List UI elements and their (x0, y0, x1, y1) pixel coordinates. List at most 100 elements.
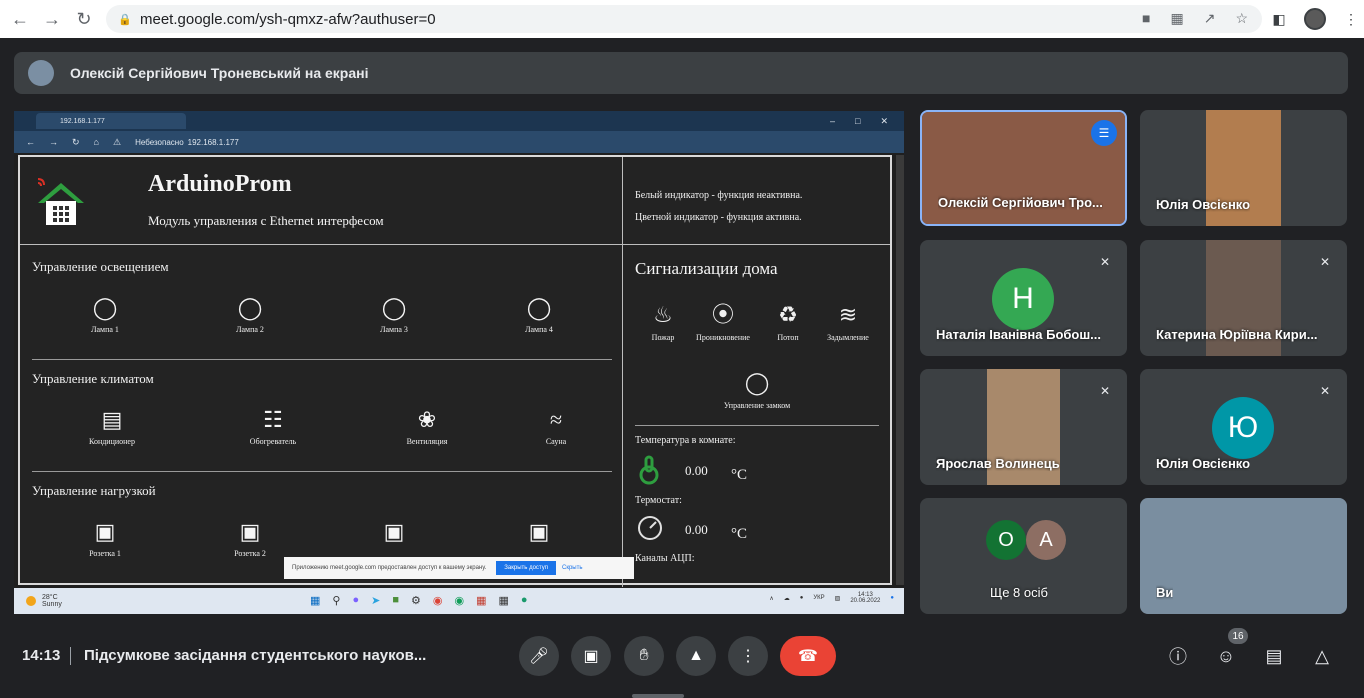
back-icon[interactable]: ← (26, 137, 35, 147)
start-icon[interactable]: ▦ (310, 594, 320, 607)
mic-icon[interactable]: ● (800, 595, 804, 601)
socket-icon: ▣ (94, 519, 116, 544)
language-indicator[interactable]: УКР (813, 595, 824, 601)
cloud-icon[interactable]: ☁ (784, 595, 790, 602)
meeting-info-icon[interactable]: ⓘ (1166, 644, 1190, 668)
bookmark-star-icon[interactable]: ☆ (1235, 10, 1248, 27)
page-scrollbar[interactable] (896, 155, 904, 585)
climate-ventilation[interactable]: ❀ Вентиляция (372, 403, 482, 446)
weather-widget[interactable]: 28°C Sunny (26, 594, 62, 608)
back-arrow-icon[interactable]: ← (8, 7, 32, 31)
presenting-banner: Олексій Сергійович Троневський на екрані (14, 52, 1348, 94)
lock-control[interactable]: ◯ Управление замком (717, 365, 797, 410)
control-panel: Управление освещением ◯ Лампа 1 ◯ Лампа 2 … (20, 245, 623, 587)
chat-icon[interactable]: ▤ (1262, 644, 1286, 668)
camera-button[interactable]: ▣ (571, 636, 611, 676)
people-icon[interactable]: ☺ (1214, 644, 1238, 668)
settings-icon[interactable]: ⚙ (411, 594, 421, 607)
avatar: Ю (1212, 397, 1274, 459)
participant-tile[interactable]: ✕ Ярослав Волинець (920, 369, 1127, 485)
socket-1[interactable]: ▣ Розетка 1 (50, 515, 160, 558)
speaking-indicator-icon: ☰ (1091, 120, 1117, 146)
socket-label: Розетка 1 (89, 549, 121, 558)
climate-ac[interactable]: ▤ Кондиционер (57, 403, 167, 446)
mic-off-icon: ✕ (1319, 384, 1331, 398)
socket-3[interactable]: ▣ (339, 515, 449, 549)
notification-icon[interactable]: ● (890, 595, 894, 601)
camera-icon[interactable]: ■ (1142, 10, 1150, 27)
self-tile[interactable]: Ви (1140, 498, 1347, 614)
refresh-icon[interactable]: ↻ (72, 137, 80, 148)
edge-url[interactable]: 192.168.1.177 (188, 138, 239, 147)
socket-label: Розетка 2 (234, 549, 266, 558)
search-icon[interactable]: ⚲ (332, 594, 340, 607)
raise-hand-button[interactable]: ✋︎ (624, 636, 664, 676)
hide-button[interactable]: Скрыть (562, 565, 582, 571)
socket-icon: ▣ (383, 519, 405, 544)
socket-2[interactable]: ▣ Розетка 2 (195, 515, 305, 558)
meeting-time: 14:13 (22, 647, 61, 664)
climate-label: Обогреватель (249, 437, 297, 446)
divider (32, 471, 612, 472)
forward-arrow-icon[interactable]: → (40, 7, 64, 31)
share-icon[interactable]: ↗ (1204, 10, 1216, 27)
alarm-intrusion[interactable]: ⦿ Проникновение (688, 297, 758, 342)
thermostat-label: Термостат: (635, 495, 682, 506)
participant-name: Олексій Сергійович Тро... (938, 195, 1103, 210)
lock-label: Управление замком (723, 401, 791, 410)
thermostat-value: 0.00 (685, 522, 708, 537)
participant-tile[interactable]: ✕ Н Наталія Іванівна Бобош... (920, 240, 1127, 356)
socket-4[interactable]: ▣ (484, 515, 594, 549)
more-options-button[interactable]: ⋮ (728, 636, 768, 676)
participants-count-badge: 16 (1228, 628, 1248, 644)
microphone-button[interactable]: 🎤︎ (519, 636, 559, 676)
chrome-icon[interactable]: ◉ (433, 594, 443, 607)
app-icon[interactable]: ■ (392, 594, 399, 607)
activities-icon[interactable]: △ (1310, 644, 1334, 668)
minimize-icon[interactable]: – (830, 116, 835, 127)
sharing-notification: Приложению meet.google.com предоставлен … (284, 557, 634, 579)
app-icon[interactable]: ▦ (499, 594, 509, 607)
participant-tile[interactable]: ✕ Ю Юлія Овсієнко (1140, 369, 1347, 485)
forward-icon[interactable]: → (49, 137, 58, 147)
present-button[interactable]: ▲ (676, 636, 716, 676)
windows-taskbar: 28°C Sunny ▦ ⚲ ● ➤ ■ ⚙ ◉ ◉ ▦ ▦ ● ∧ ☁ ● У… (14, 588, 904, 614)
bottom-scroll-indicator (632, 694, 684, 698)
climate-sauna[interactable]: ≈ Сауна (501, 403, 611, 446)
profile-avatar[interactable] (1304, 8, 1326, 30)
lamp-label: Лампа 4 (525, 325, 553, 334)
participant-name: Катерина Юріївна Кири... (1156, 327, 1318, 342)
translate-icon[interactable]: ▦ (1170, 10, 1183, 27)
leave-call-button[interactable]: ☎︎ (780, 636, 836, 676)
chevron-up-icon[interactable]: ∧ (769, 595, 773, 602)
kebab-menu-icon[interactable]: ⋮ (1340, 8, 1362, 30)
climate-heater[interactable]: ☷ Обогреватель (218, 403, 328, 446)
lamp-3[interactable]: ◯ Лампа 3 (339, 291, 449, 334)
alarm-smoke[interactable]: ≋ Задымление (813, 297, 883, 342)
reload-icon[interactable]: ↻ (72, 7, 96, 31)
network-icon[interactable]: ▨ (835, 595, 841, 602)
more-participants-tile[interactable]: О А Ще 8 осіб (920, 498, 1127, 614)
lamp-2[interactable]: ◯ Лампа 2 (195, 291, 305, 334)
side-panel-icon[interactable]: ◧ (1268, 8, 1290, 30)
app-icon[interactable]: ● (521, 594, 528, 607)
telegram-icon[interactable]: ➤ (371, 594, 380, 607)
stop-sharing-button[interactable]: Закрыть доступ (496, 561, 556, 575)
lamp-1[interactable]: ◯ Лампа 1 (50, 291, 160, 334)
weather-temp: 28°C (42, 594, 58, 601)
lamp-label: Лампа 2 (236, 325, 264, 334)
divider (32, 359, 612, 360)
chat-icon[interactable]: ● (352, 594, 359, 607)
participant-tile[interactable]: ☰ Олексій Сергійович Тро... (920, 110, 1127, 226)
lamp-4[interactable]: ◯ Лампа 4 (484, 291, 594, 334)
edge-tab[interactable]: 192.168.1.177 (36, 113, 186, 129)
close-icon[interactable]: ✕ (880, 116, 888, 127)
app-icon[interactable]: ▦ (476, 594, 486, 607)
participant-tile[interactable]: ✕ Катерина Юріївна Кири... (1140, 240, 1347, 356)
maximize-icon[interactable]: □ (855, 116, 860, 127)
address-bar[interactable]: 🔒 meet.google.com/ysh-qmxz-afw?authuser=… (106, 5, 1262, 33)
participant-tile[interactable]: Юлія Овсієнко (1140, 110, 1347, 226)
present-screen-icon: ▲ (688, 647, 704, 664)
edge-icon[interactable]: ◉ (454, 594, 464, 607)
home-icon[interactable]: ⌂ (94, 137, 99, 147)
